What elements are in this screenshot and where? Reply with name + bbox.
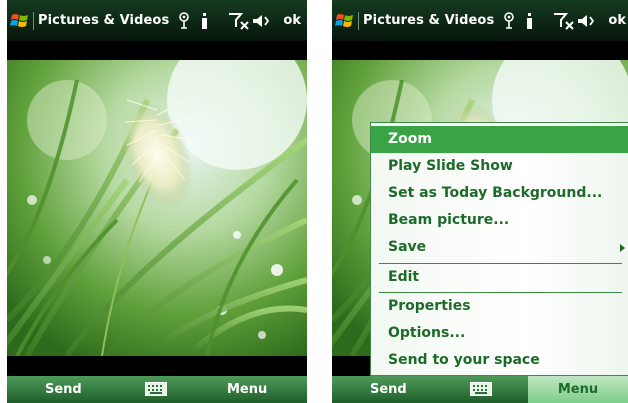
app-title: Pictures & Videos	[363, 13, 495, 28]
menu-item-options[interactable]: Options...	[371, 320, 628, 347]
context-menu: Zoom Play Slide Show Set as Today Backgr…	[370, 122, 628, 376]
signal-off-icon[interactable]	[553, 11, 575, 31]
battery-icon	[527, 13, 532, 29]
softkey-menu[interactable]: Menu	[528, 376, 628, 403]
windows-flag-icon[interactable]	[10, 11, 30, 31]
signal-off-icon[interactable]	[228, 11, 250, 31]
menu-item-play-slide-show[interactable]: Play Slide Show	[371, 153, 628, 180]
softkey-send[interactable]: Send	[45, 382, 82, 397]
title-separator	[358, 12, 359, 30]
softkey-bar: Send Menu	[7, 376, 307, 403]
menu-item-send-to-your-space[interactable]: Send to your space	[371, 347, 628, 374]
menu-item-set-today-background[interactable]: Set as Today Background...	[371, 180, 628, 207]
ok-button[interactable]: ok	[283, 13, 301, 28]
phone-screen-right: Pictures & Videos ok Zoom Play Slide Sho…	[332, 0, 628, 403]
title-bar: Pictures & Videos ok	[332, 0, 628, 41]
softkey-send[interactable]: Send	[370, 382, 407, 397]
windows-flag-icon[interactable]	[335, 11, 355, 31]
connectivity-icon[interactable]	[177, 11, 191, 31]
keyboard-icon[interactable]	[470, 382, 492, 396]
submenu-arrow-icon	[620, 244, 625, 252]
softkey-menu[interactable]: Menu	[227, 382, 267, 397]
menu-item-beam-picture[interactable]: Beam picture...	[371, 207, 628, 234]
ok-button[interactable]: ok	[608, 13, 626, 28]
menu-item-zoom[interactable]: Zoom	[371, 126, 628, 153]
battery-icon	[202, 13, 207, 29]
speaker-muted-icon[interactable]	[251, 11, 271, 31]
softkey-bar: Send Menu	[332, 376, 628, 403]
phone-screen-left: Pictures & Videos ok Send Menu	[7, 0, 307, 403]
title-bar: Pictures & Videos ok	[7, 0, 307, 41]
app-title: Pictures & Videos	[38, 13, 170, 28]
title-separator	[33, 12, 34, 30]
speaker-muted-icon[interactable]	[576, 11, 596, 31]
menu-item-edit[interactable]: Edit	[371, 264, 628, 291]
menu-item-properties[interactable]: Properties	[371, 293, 628, 320]
menu-item-save[interactable]: Save	[371, 234, 628, 261]
connectivity-icon[interactable]	[502, 11, 516, 31]
photo-viewer-image[interactable]	[7, 60, 307, 356]
keyboard-icon[interactable]	[145, 382, 167, 396]
